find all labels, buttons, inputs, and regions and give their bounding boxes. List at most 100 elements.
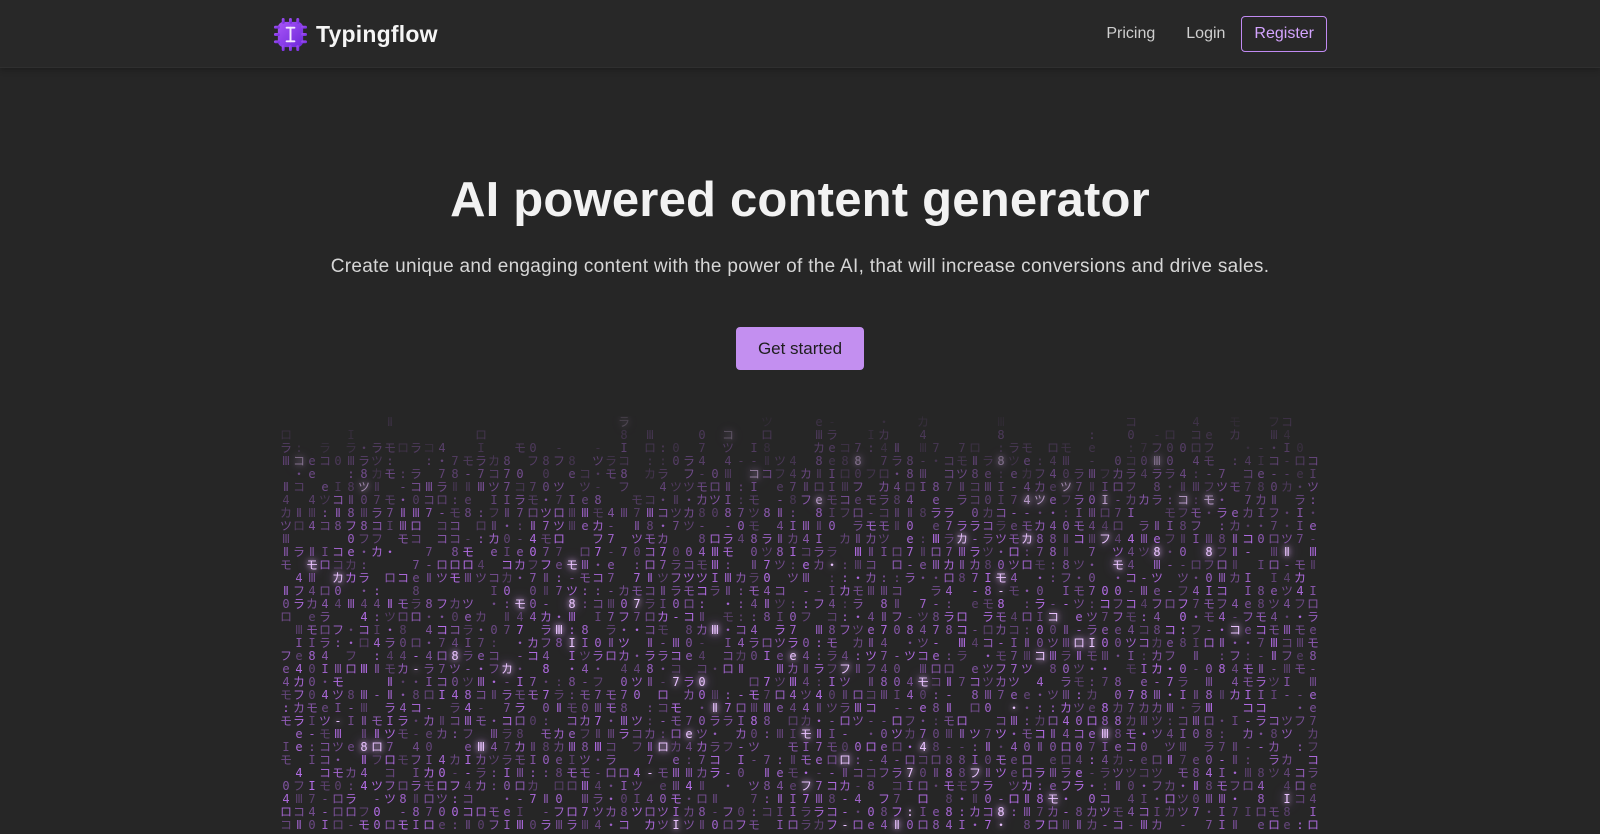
matrix-glyph: ラ (787, 636, 800, 650)
nav-login-link[interactable]: Login (1186, 25, 1225, 43)
matrix-glyph: フ (813, 597, 826, 611)
matrix-glyph: Ⅱ (855, 662, 861, 676)
matrix-glyph: Ⅱ (647, 675, 653, 689)
matrix-column: - Ie 8 カ I ・ 0 I 8 8 モコ 7- Ⅱ ラ I コラ・ - 848ロe (1255, 416, 1267, 832)
matrix-column: 78Ⅱ:モココ8ロモ カ0コ48ツ04ラコ: カ-フ:0: (449, 416, 461, 832)
get-started-button[interactable]: Get started (736, 327, 864, 370)
matrix-column: フ Ⅲ ・コ -0 Ⅱ フ 7 ロ Ⅲ ロ Ie ツ 4 モ Ⅲ Ⅱ - ツ I コ8カラツ モロ (1268, 416, 1280, 832)
matrix-column: 0ロツ0 ロⅢⅢIラ Ⅲ ・ Ⅲ Ⅱ ラ・ラコラ Ⅱ-0 (709, 416, 721, 832)
matrix-column: モⅢ0ツフ:0ⅡⅡ8フI- Ⅱ Ⅲ ラ 0 ラ Ⅲ カ 4 4 ロロラフ・ - Ⅲ (1060, 416, 1072, 832)
matrix-glyph: モ (1294, 662, 1307, 676)
matrix-glyph: Ⅲ (1139, 818, 1149, 832)
matrix-glyph: ロ (904, 753, 917, 767)
matrix-glyph: ロ (969, 701, 982, 715)
matrix-glyph: - (672, 610, 680, 624)
matrix-glyph: I (971, 753, 979, 767)
matrix-glyph: Ⅱ (1180, 480, 1186, 494)
matrix-glyph (1164, 819, 1176, 832)
matrix-glyph: Ⅲ (866, 584, 876, 598)
matrix-glyph: フ (891, 805, 904, 819)
matrix-glyph: ラ (540, 818, 553, 832)
nav-pricing-link[interactable]: Pricing (1106, 25, 1155, 43)
matrix-glyph: カ (800, 714, 813, 728)
matrix-glyph: 4 (737, 532, 745, 546)
matrix-glyph: フ (800, 610, 813, 624)
matrix-glyph: Ⅱ (699, 818, 705, 832)
matrix-glyph: - (1231, 610, 1239, 624)
matrix-glyph: 7 (919, 727, 927, 741)
register-button[interactable]: Register (1241, 16, 1327, 52)
matrix-column: ・カ 4 7 ロカラコモツ I :Ⅲ8Ⅱ74748Ⅲ -0e4フ フ84 (878, 416, 890, 832)
matrix-glyph: コ (670, 662, 683, 676)
matrix-glyph: コ (618, 818, 631, 832)
matrix-glyph: フ (1294, 714, 1307, 728)
matrix-glyph (1008, 819, 1020, 832)
matrix-glyph: ツ (904, 649, 917, 663)
matrix-column: I-コIモツモ80Ⅱラモ4:4ラ0 ロモⅢ80ツ- ツ7:モ (748, 416, 760, 832)
matrix-glyph: Ⅲ (346, 597, 356, 611)
matrix-glyph: 0 (1062, 467, 1070, 481)
matrix-glyph: : (763, 727, 771, 741)
matrix-column: 8 7 7 I Ⅱ ・ 0 I コカ 0: Ⅱ 7 カ - ラ 7 コラ 7 ラ I 0 ・ e I (501, 416, 513, 832)
matrix-glyph: モ (605, 467, 618, 481)
matrix-glyph: : (997, 441, 1005, 455)
matrix-glyph: 0 (997, 558, 1005, 572)
matrix-glyph: ロ (293, 519, 306, 533)
matrix-glyph: Ⅲ (710, 688, 720, 702)
matrix-glyph: ツ (683, 519, 696, 533)
matrix-glyph: : (451, 727, 459, 741)
matrix-glyph: - (1049, 597, 1057, 611)
matrix-glyph: - (1257, 740, 1265, 754)
matrix-glyph: ツ (774, 558, 787, 572)
matrix-glyph: ツ (631, 805, 644, 819)
matrix-column: :: ラ 4 ・コ・カ 7 7 ツ Ⅱ I カモ - ラ・ - ロコ -: ロ モe0ツツ (657, 416, 669, 832)
matrix-glyph: Ⅲ (554, 818, 564, 832)
matrix-glyph: 7 (984, 818, 992, 832)
brand-home-link[interactable]: Typingflow (273, 17, 438, 52)
matrix-glyph: コ (1112, 818, 1125, 832)
matrix-glyph: コ (397, 571, 410, 585)
matrix-glyph: I (386, 519, 394, 533)
matrix-glyph: カ (1138, 493, 1151, 507)
matrix-glyph: ラ (956, 519, 969, 533)
matrix-column: e フモ - フモ・ Ⅲ8フ0Iモモ-ロ 0 Ⅲ 8 Ⅲ ロ 8 ラ 0 4 8 Ⅲ ・ 7 (1203, 416, 1215, 832)
matrix-glyph: : (1049, 571, 1057, 585)
matrix-column: モeカ44-モカ:ロ ・: ロ: Ⅱ Ⅲ ツ e ・: モ 0 ロロカ Ⅱ Ⅲ 8 (1021, 416, 1033, 832)
matrix-glyph (761, 819, 773, 832)
matrix-glyph: ツ (1281, 727, 1294, 741)
matrix-column: 88ロ4Ⅱ0e7-ラ -8 ・ツ 4 4- フカ・ロ 7 I :0 (904, 416, 916, 832)
matrix-glyph: ロ (722, 662, 735, 676)
matrix-glyph: 8 (1218, 662, 1226, 676)
matrix-glyph: フ (839, 506, 852, 520)
matrix-glyph: ロ (1203, 636, 1216, 650)
matrix-glyph: - (1101, 818, 1109, 832)
matrix-glyph: - (1075, 623, 1083, 637)
matrix-glyph: 8 (1049, 662, 1057, 676)
matrix-column: 0 ロ e ・ラ I I 7 モカ 4 フ・モ Ⅲe モ - ・フ : コロコ : (1294, 416, 1306, 832)
matrix-glyph: e (438, 818, 446, 832)
matrix-glyph: I (594, 610, 602, 624)
matrix-glyph: : (867, 441, 875, 455)
matrix-column: 704 カ ラⅢツ - Ⅲ 4: ココ: Ie 8 カ Ⅲ ・ 0 e コ・ I コ Ⅲ (1138, 416, 1150, 832)
hero-subtitle: Create unique and engaging content with … (330, 256, 1270, 277)
matrix-glyph: モ (1021, 519, 1034, 533)
matrix-glyph: コ (1073, 532, 1086, 546)
matrix-glyph: コ (436, 532, 449, 546)
matrix-glyph: 7 (685, 714, 693, 728)
matrix-glyph: モ (475, 714, 488, 728)
matrix-column: -フⅢラ8ラ Ⅱe8Ⅲツeフ48カカカ-Ⅲカツツ ロツフ・ I カ (1151, 416, 1163, 832)
matrix-glyph: e (1153, 532, 1161, 546)
matrix-glyph: 4 (1101, 519, 1109, 533)
matrix-glyph: モ (280, 558, 293, 572)
matrix-glyph: ツ (1151, 727, 1164, 741)
matrix-glyph: 8 (945, 623, 953, 637)
matrix-glyph: コ (280, 818, 293, 832)
matrix-glyph: ロ (852, 818, 865, 832)
matrix-glyph: Ⅱ (374, 727, 380, 741)
matrix-glyph: - (1283, 688, 1291, 702)
matrix-glyph: モ (1125, 662, 1138, 676)
matrix-column: コ4I--カ ・・ツ Ⅱ -4 ツ 4 ・ Ⅲ コフ Ⅲ I - ツツ カ44I8e (1281, 416, 1293, 832)
matrix-glyph: Ⅱ (894, 818, 900, 832)
matrix-glyph: - (412, 649, 420, 663)
matrix-column: 7モツⅡラ ラカⅢⅡ8 ロコⅢラ 7 ロ Ⅱ -8 8 モ・: I (956, 416, 968, 832)
